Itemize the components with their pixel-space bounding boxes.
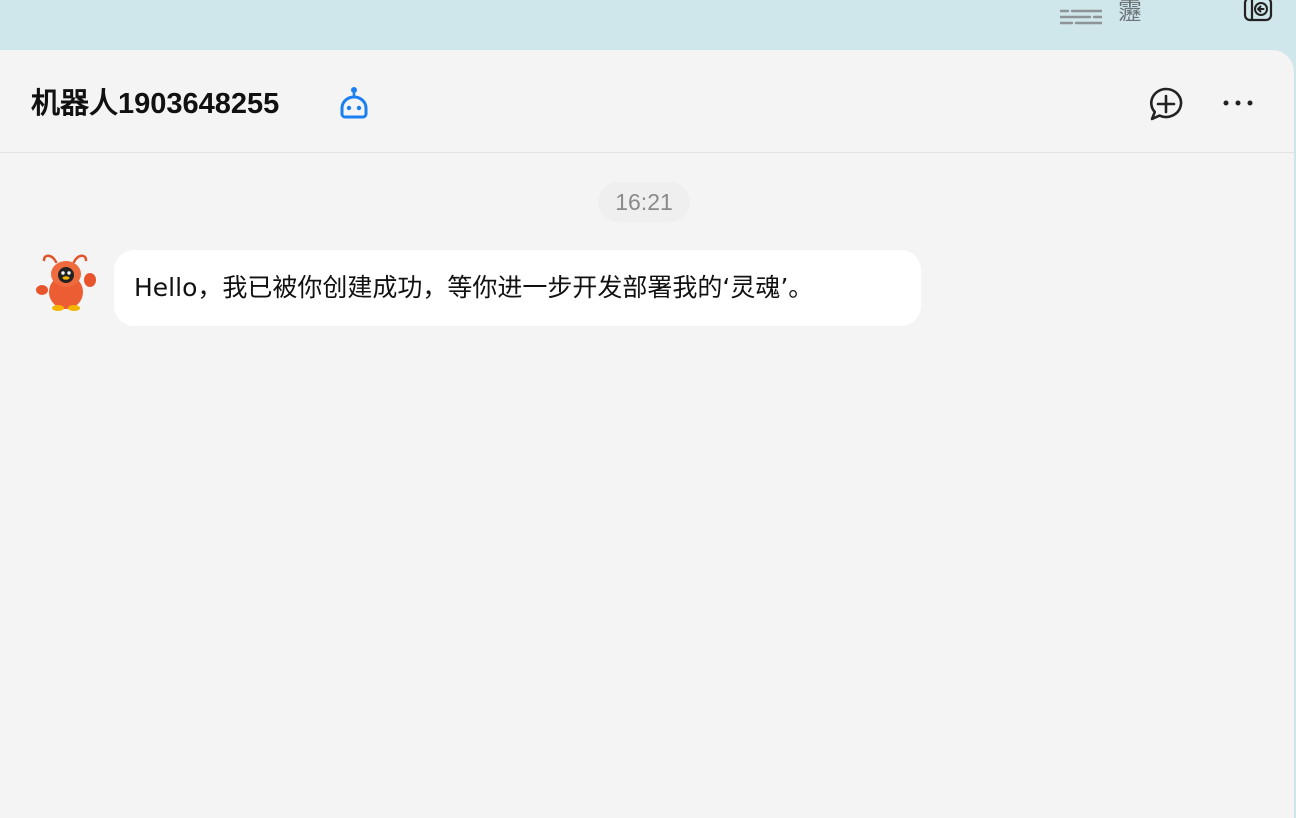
page-title: 机器人1903648255 bbox=[31, 88, 280, 120]
bot-icon bbox=[340, 87, 368, 119]
list-lines-icon[interactable] bbox=[1060, 8, 1102, 26]
lobster-avatar[interactable] bbox=[34, 250, 98, 314]
chat-header: 机器人1903648255 bbox=[0, 50, 1294, 153]
new-chat-icon[interactable] bbox=[1148, 86, 1184, 122]
more-icon[interactable] bbox=[1220, 95, 1256, 111]
top-bar: 靋 bbox=[0, 0, 1296, 50]
message-bubble: Hello，我已被你创建成功，等你进一步开发部署我的‘灵魂’。 bbox=[114, 250, 921, 326]
chat-window: 机器人1903648255 16:21 Hello，我已被你创建成功，等你进一步… bbox=[0, 50, 1294, 818]
topbar-char: 靋 bbox=[1118, 0, 1142, 25]
message-timestamp: 16:21 bbox=[598, 182, 690, 222]
collapse-sidebar-icon[interactable] bbox=[1243, 0, 1273, 24]
